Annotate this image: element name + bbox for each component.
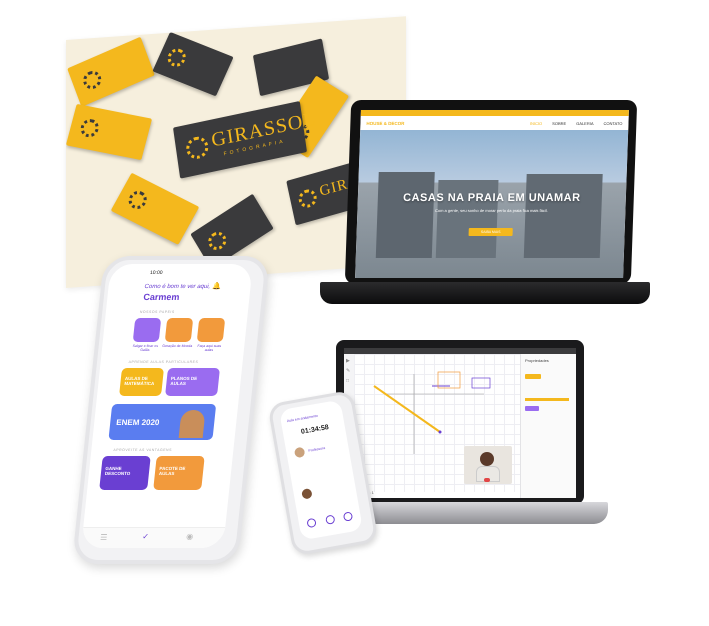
notification-bell-icon[interactable]: 🔔 xyxy=(212,282,222,290)
shape-icon[interactable]: □ xyxy=(346,378,349,384)
user-name: Carmem xyxy=(142,292,181,302)
screen-title: Aula em andamento xyxy=(286,413,319,424)
chat-icon[interactable]: ◉ xyxy=(186,532,194,541)
laptop-tool-screen: ▶ ✎ □ Propriedades Página 1 xyxy=(344,348,576,498)
canvas-grid[interactable] xyxy=(354,354,520,492)
promo-banner[interactable]: AULAS DE MATEMÁTICA xyxy=(119,368,164,396)
site-nav: HOUSE & DECOR INICIO SOBRE GALERIA CONTA… xyxy=(360,116,629,130)
tile-label: Geração de Moeda xyxy=(162,344,193,348)
banner-text: PLANOS DE AULAS xyxy=(170,376,198,386)
banner-text: ENEM 2020 xyxy=(115,418,160,427)
session-timer: 01:34:58 xyxy=(300,424,330,436)
slider[interactable] xyxy=(525,398,569,401)
nav-item-sobre[interactable]: SOBRE xyxy=(552,121,566,126)
nav-item-contato[interactable]: CONTATO xyxy=(604,121,623,126)
business-card xyxy=(66,103,153,161)
nav-item-inicio[interactable]: INICIO xyxy=(530,121,542,126)
video-call-window[interactable] xyxy=(464,446,512,484)
promo-banner[interactable]: GANHE DESCONTO xyxy=(99,456,151,490)
section-title: APRENDE AULAS PARTICULARES xyxy=(128,360,199,364)
promo-banner[interactable]: PACOTE DE AULAS xyxy=(153,456,205,490)
color-swatch[interactable] xyxy=(525,406,539,411)
laptop-website-screen: HOUSE & DECOR INICIO SOBRE GALERIA CONTA… xyxy=(355,110,629,278)
enem-banner[interactable]: ENEM 2020 xyxy=(108,404,217,440)
avatar xyxy=(301,488,313,500)
hero-title: CASAS NA PRAIA EM UNAMAR xyxy=(402,192,581,204)
panel-title: Propriedades xyxy=(525,358,549,363)
cursor-icon[interactable]: ▶ xyxy=(346,358,350,364)
house-image xyxy=(375,172,435,258)
nav-item-galeria[interactable]: GALERIA xyxy=(576,121,594,126)
phone-app-screen: 10:00 🔔 Como é bom te ver aqui, Carmem N… xyxy=(81,264,253,548)
tile-label: Faça aqui suas aulas xyxy=(197,344,222,352)
banner-text: PACOTE DE AULAS xyxy=(158,466,186,476)
greeting-text: Como é bom te ver aqui, xyxy=(144,284,211,290)
business-card xyxy=(110,172,200,245)
share-button[interactable] xyxy=(342,511,354,522)
menu-icon[interactable]: ☰ xyxy=(100,533,108,542)
action-row xyxy=(306,511,354,529)
home-icon[interactable]: ✓ xyxy=(142,532,150,541)
hero-section: CASAS NA PRAIA EM UNAMAR Com a gente, se… xyxy=(355,130,629,278)
status-time: 10:00 xyxy=(149,270,163,276)
tab-bar: ☰ ✓ ◉ xyxy=(81,527,226,548)
color-swatch[interactable] xyxy=(525,374,541,379)
business-card xyxy=(67,36,155,107)
properties-panel: Propriedades xyxy=(520,354,576,498)
hero-button[interactable]: SAIBA MAIS xyxy=(468,228,513,236)
business-card-logo: GIRASSOL FOTOGRAFIA xyxy=(173,100,318,179)
end-call-button[interactable] xyxy=(484,478,490,482)
student-photo xyxy=(178,410,206,438)
laptop-website-base xyxy=(320,282,650,304)
site-logo: HOUSE & DECOR xyxy=(366,120,405,126)
tile-label: Salgar e ficar os Galãs xyxy=(132,344,159,352)
tile-card[interactable] xyxy=(196,318,226,342)
section-title: APROVEITE AS VANTAGENS xyxy=(113,448,173,452)
participant-avatar xyxy=(480,452,494,466)
mic-button[interactable] xyxy=(306,517,317,529)
tile-card[interactable] xyxy=(132,318,162,342)
teacher-label: Professora xyxy=(308,445,326,453)
house-image xyxy=(523,174,603,258)
banner-text: AULAS DE MATEMÁTICA xyxy=(124,376,155,386)
section-title: NOSSOS PAPEIS xyxy=(139,310,175,314)
camera-button[interactable] xyxy=(324,514,335,525)
hero-subtitle: Com a gente, seu sonho de morar perto da… xyxy=(434,208,548,213)
banner-text: GANHE DESCONTO xyxy=(104,466,131,476)
promo-banner[interactable]: PLANOS DE AULAS xyxy=(165,368,220,396)
pen-icon[interactable]: ✎ xyxy=(346,368,350,374)
avatar xyxy=(293,446,306,459)
business-card xyxy=(152,31,234,97)
tile-card[interactable] xyxy=(164,318,194,342)
